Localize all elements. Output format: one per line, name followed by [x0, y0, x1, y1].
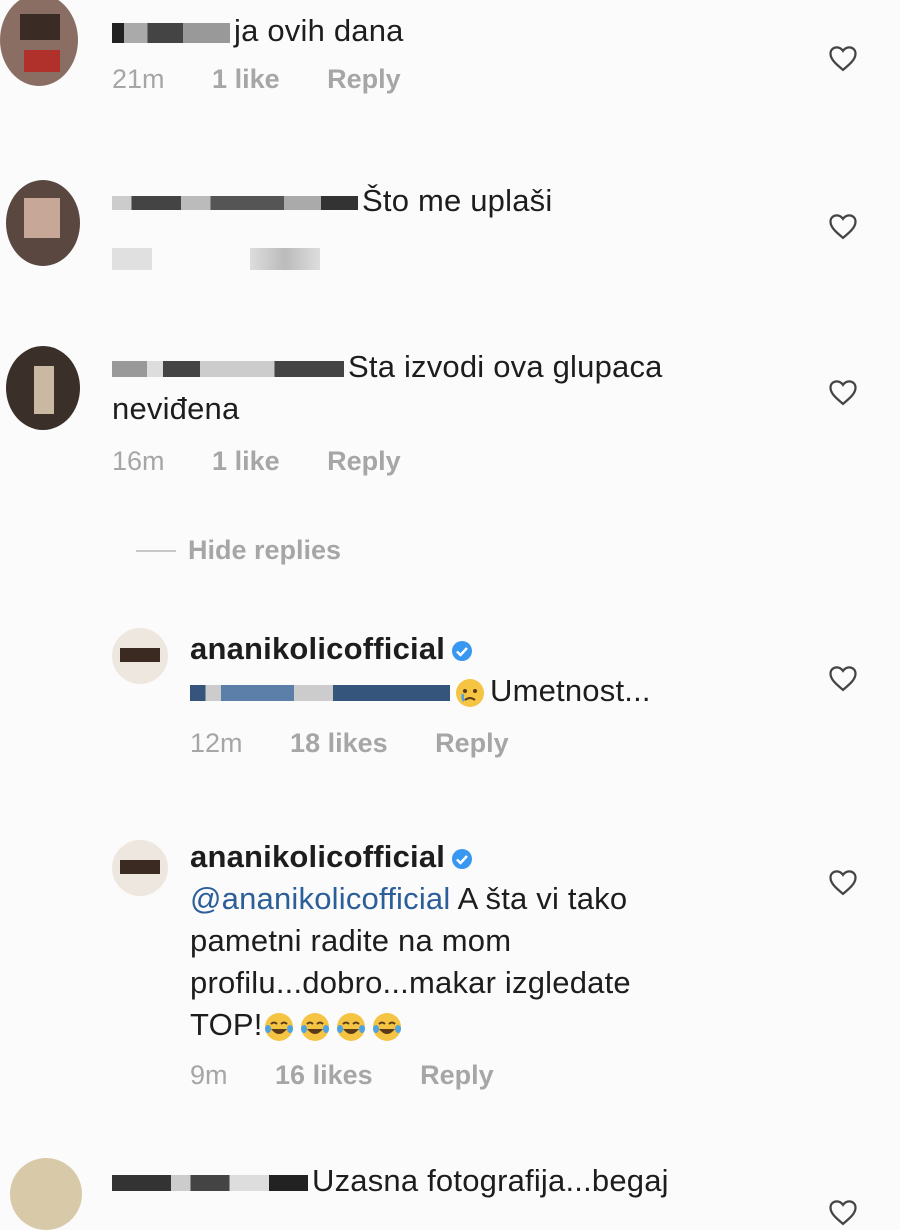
tears-of-joy-emoji	[336, 1012, 365, 1041]
verified-badge-icon	[452, 640, 473, 661]
reply-button[interactable]: Reply	[327, 446, 401, 476]
timestamp: 21m	[112, 64, 165, 94]
comment-text: Sta izvodi ova glupaca neviđena	[112, 349, 663, 426]
blurred-mention	[190, 684, 450, 701]
timestamp: 16m	[112, 446, 165, 476]
avatar[interactable]	[6, 180, 80, 266]
timestamp: 12m	[190, 728, 243, 758]
avatar[interactable]	[6, 346, 80, 430]
heart-outline-icon[interactable]	[828, 212, 858, 240]
comment-meta: 9m 16 likes Reply	[190, 1060, 631, 1091]
heart-outline-icon[interactable]	[828, 664, 858, 692]
avatar[interactable]	[0, 0, 78, 86]
blurred-username	[112, 195, 358, 210]
comment-text: ananikolicofficial Umetnost...	[190, 631, 651, 708]
comment-meta: 16m 1 like Reply	[112, 446, 663, 477]
divider-line	[136, 549, 176, 552]
comment-text: Što me uplaši	[112, 180, 552, 222]
comment-text: ja ovih dana	[112, 10, 441, 52]
avatar[interactable]	[10, 1158, 82, 1230]
comment-text: ananikolicofficial @ananikolicofficial A…	[190, 839, 631, 1042]
blurred-username	[112, 1174, 308, 1191]
verified-badge-icon	[452, 848, 473, 869]
likes-count[interactable]: 1 like	[212, 64, 280, 94]
comment-meta: 12m 18 likes Reply	[190, 728, 651, 759]
tears-of-joy-emoji	[264, 1012, 293, 1041]
timestamp: 9m	[190, 1060, 228, 1090]
heart-outline-icon[interactable]	[828, 868, 858, 896]
mention-link[interactable]: @ananikolicofficial	[190, 881, 450, 916]
heart-outline-icon[interactable]	[828, 44, 858, 72]
avatar[interactable]	[112, 840, 168, 896]
likes-count[interactable]: 1 like	[212, 446, 280, 476]
blurred-username	[112, 360, 344, 377]
heart-outline-icon[interactable]	[828, 1198, 858, 1226]
reply-button[interactable]: Reply	[327, 64, 401, 94]
blurred-username	[112, 22, 230, 43]
crying-face-emoji	[456, 678, 484, 707]
hide-replies-label[interactable]: Hide replies	[188, 535, 341, 566]
comment-meta: 21m 1 like Reply	[112, 64, 441, 95]
comment-meta-blurred	[112, 242, 552, 273]
heart-outline-icon[interactable]	[828, 378, 858, 406]
username[interactable]: ananikolicofficial	[190, 631, 445, 666]
reply-button[interactable]: Reply	[420, 1060, 494, 1090]
hide-replies-toggle[interactable]: Hide replies	[136, 535, 341, 566]
reply-button[interactable]: Reply	[435, 728, 509, 758]
likes-count[interactable]: 16 likes	[275, 1060, 373, 1090]
tears-of-joy-emoji	[372, 1012, 401, 1041]
avatar[interactable]	[112, 628, 168, 684]
tears-of-joy-emoji	[300, 1012, 329, 1041]
comment-text: Uzasna fotografija...begaj	[112, 1160, 669, 1202]
username[interactable]: ananikolicofficial	[190, 839, 445, 874]
likes-count[interactable]: 18 likes	[290, 728, 388, 758]
